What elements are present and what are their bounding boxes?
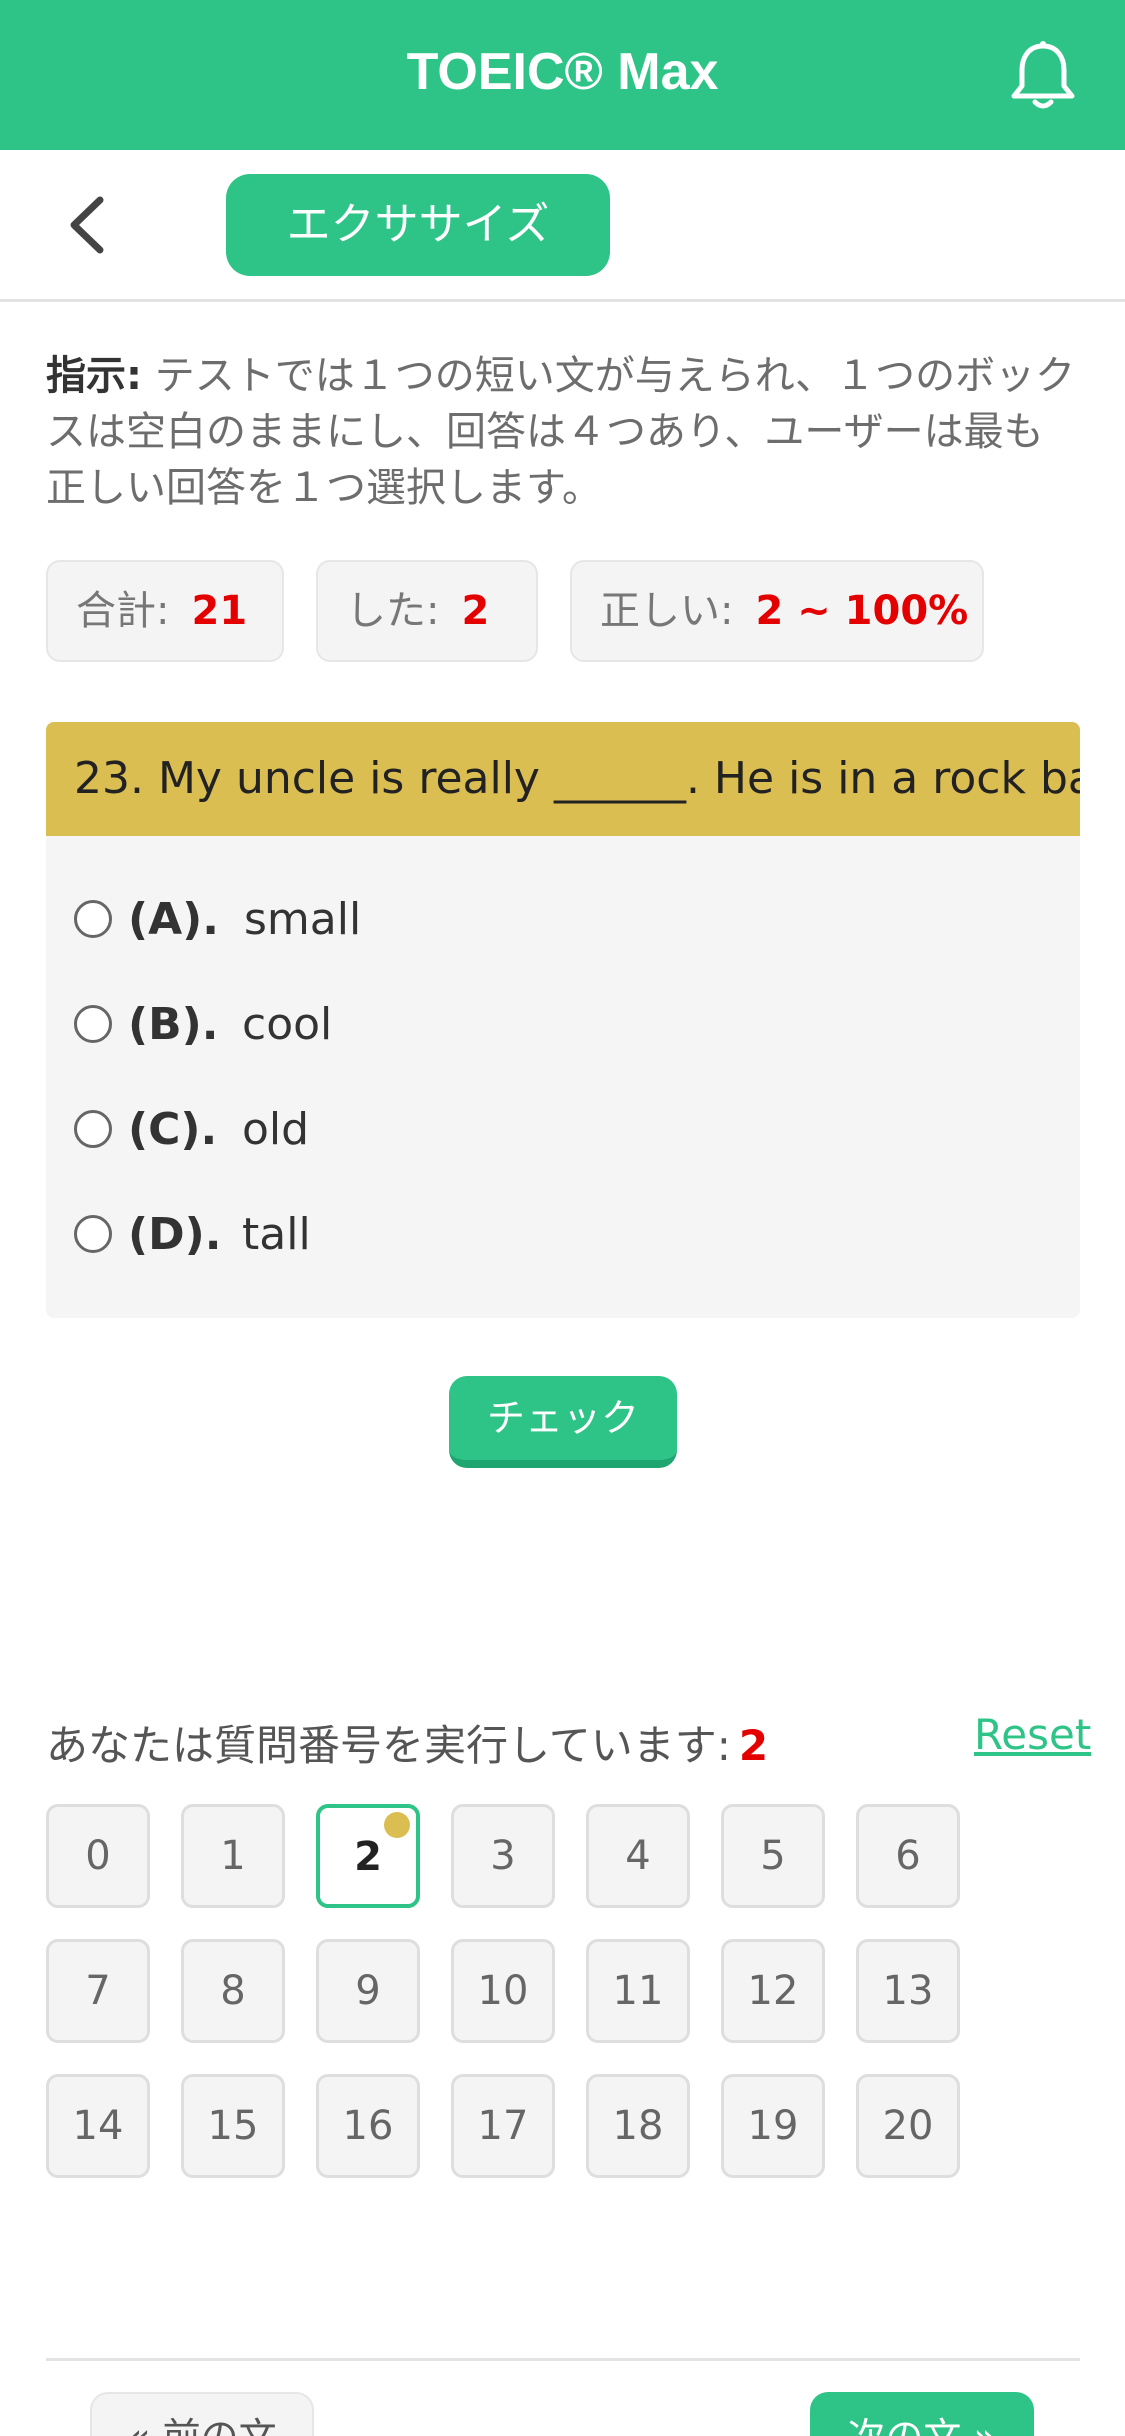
stat-correct: 正しい: 2 ~ 100% (570, 560, 984, 662)
option-text: tall (242, 1209, 311, 1260)
option-text: old (242, 1104, 310, 1155)
question-number-label: 1 (220, 1833, 246, 1879)
question-number-button[interactable]: 15 (181, 2074, 285, 2178)
question-number-button[interactable]: 6 (856, 1804, 960, 1908)
option-text: cool (242, 999, 333, 1050)
app-title: TOEIC® Max (406, 43, 719, 101)
previous-sentence-button[interactable]: « 前の文 (90, 2392, 314, 2436)
question-number-label: 20 (882, 2103, 934, 2149)
question-number-label: 7 (85, 1968, 111, 2014)
stat-total: 合計: 21 (46, 560, 284, 662)
question-number-button[interactable]: 5 (721, 1804, 825, 1908)
question-number-button[interactable]: 16 (316, 2074, 420, 2178)
question-number-label: 18 (612, 2103, 664, 2149)
option-label: (A). (128, 894, 219, 945)
radio-button[interactable] (74, 1005, 112, 1043)
question-number-button[interactable]: 8 (181, 1939, 285, 2043)
question-number-label: 3 (490, 1833, 516, 1879)
question-number-button[interactable]: 2 (316, 1804, 420, 1908)
stat-correct-label: 正しい: (600, 588, 734, 634)
chevron-left-icon[interactable] (64, 194, 114, 256)
check-button[interactable]: チェック (449, 1376, 677, 1468)
radio-button[interactable] (74, 1110, 112, 1148)
question-number-button[interactable]: 1 (181, 1804, 285, 1908)
question-number-button[interactable]: 7 (46, 1939, 150, 2043)
bell-icon[interactable] (1008, 38, 1078, 112)
question-text: 23. My uncle is really ______. He is in … (46, 722, 1080, 836)
question-number-label: 13 (882, 1968, 934, 2014)
question-number-label: 2 (354, 1834, 382, 1880)
progress-text: あなたは質問番号を実行しています: (46, 1721, 731, 1770)
stats-row: 合計: 21 した: 2 正しい: 2 ~ 100% (0, 560, 1125, 662)
question-number-label: 0 (85, 1833, 111, 1879)
question-number-label: 9 (355, 1968, 381, 2014)
instructions: 指示: テストでは１つの短い文が与えられ、１つのボックスは空白のままにし、回答は… (46, 348, 1078, 516)
question-number-button[interactable]: 3 (451, 1804, 555, 1908)
option-text: small (244, 894, 362, 945)
question-number-button[interactable]: 17 (451, 2074, 555, 2178)
question-number-label: 16 (342, 2103, 394, 2149)
question-number-button[interactable]: 13 (856, 1939, 960, 2043)
question-number-button[interactable]: 0 (46, 1804, 150, 1908)
option-label: (D). (128, 1209, 222, 1260)
question-number-label: 8 (220, 1968, 246, 2014)
question-number-label: 14 (72, 2103, 124, 2149)
question-number-label: 5 (760, 1833, 786, 1879)
stat-correct-value: 2 ~ 100% (755, 588, 969, 634)
question-number-label: 11 (612, 1968, 664, 2014)
question-number-button[interactable]: 4 (586, 1804, 690, 1908)
reset-link[interactable]: Reset (974, 1710, 1091, 1759)
instructions-text: テストでは１つの短い文が与えられ、１つのボックスは空白のままにし、回答は４つあり… (46, 353, 1076, 511)
question-number-label: 15 (207, 2103, 259, 2149)
stat-total-label: 合計: (76, 588, 170, 634)
stat-done: した: 2 (316, 560, 538, 662)
sub-navigation: エクササイズ (0, 150, 1125, 302)
stat-total-value: 21 (191, 588, 248, 634)
question-number-button[interactable]: 19 (721, 2074, 825, 2178)
stat-done-label: した: (346, 588, 440, 634)
question-number-label: 4 (625, 1833, 651, 1879)
question-number-button[interactable]: 9 (316, 1939, 420, 2043)
current-question-label: あなたは質問番号を実行しています: 2 (46, 1712, 768, 1773)
question-number-label: 17 (477, 2103, 529, 2149)
question-number-grid: 0 1 2 3 4 5 6 7 8 9 10 11 12 13 14 15 16 17 18 19 20 (46, 1804, 1046, 2184)
divider (46, 2358, 1080, 2361)
question-number-button[interactable]: 12 (721, 1939, 825, 2043)
question-number-label: 19 (747, 2103, 799, 2149)
next-sentence-button[interactable]: 次の文 » (810, 2392, 1034, 2436)
tab-exercise[interactable]: エクササイズ (226, 174, 610, 276)
current-indicator-dot (384, 1812, 410, 1838)
app-header: TOEIC® Max (0, 0, 1125, 150)
radio-button[interactable] (74, 900, 112, 938)
radio-button[interactable] (74, 1215, 112, 1253)
option-label: (B). (128, 999, 219, 1050)
question-number-button[interactable]: 11 (586, 1939, 690, 2043)
question-number-label: 10 (477, 1968, 529, 2014)
question-number-label: 12 (747, 1968, 799, 2014)
question-number-button[interactable]: 10 (451, 1939, 555, 2043)
question-card: 23. My uncle is really ______. He is in … (46, 722, 1080, 1318)
instructions-prefix: 指示: (46, 353, 142, 399)
stat-done-value: 2 (461, 588, 490, 634)
question-number-button[interactable]: 18 (586, 2074, 690, 2178)
question-number-button[interactable]: 20 (856, 2074, 960, 2178)
question-number-label: 6 (895, 1833, 921, 1879)
question-number-button[interactable]: 14 (46, 2074, 150, 2178)
option-label: (C). (128, 1104, 218, 1155)
current-question-number: 2 (738, 1721, 769, 1770)
